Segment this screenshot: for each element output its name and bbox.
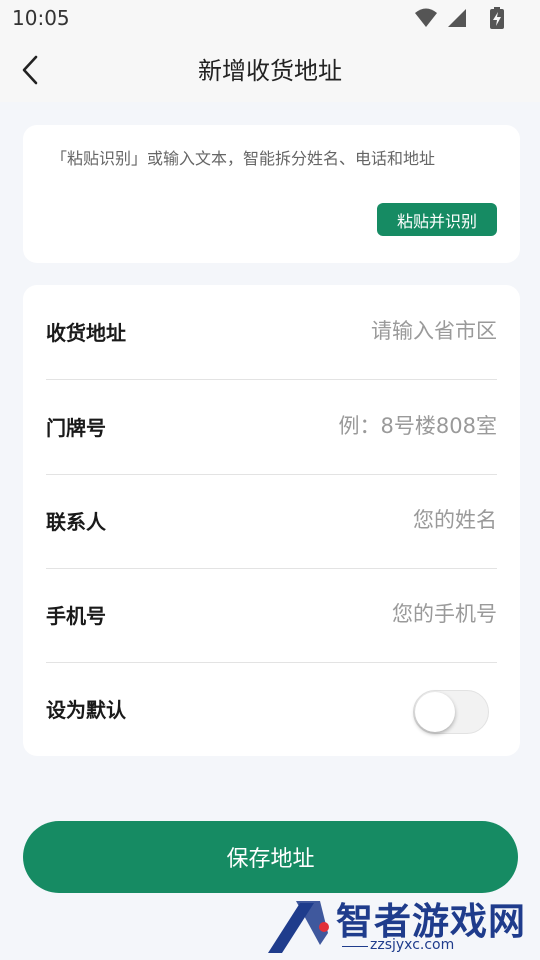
address-form-card: 收货地址 门牌号 联系人 手机号 设为默认 <box>23 285 520 756</box>
toggle-knob <box>415 692 455 732</box>
contact-name-input[interactable] <box>237 500 497 540</box>
address-row[interactable]: 收货地址 <box>46 285 497 380</box>
address-label: 收货地址 <box>46 321 126 345</box>
address-input[interactable] <box>237 311 497 351</box>
contact-label: 联系人 <box>46 510 106 534</box>
status-time: 10:05 <box>12 6 70 30</box>
wifi-icon <box>415 8 437 27</box>
cell-signal-icon <box>448 9 466 27</box>
paste-hint-text[interactable]: 「粘贴识别」或输入文本，智能拆分姓名、电话和地址 <box>51 145 435 169</box>
set-default-label: 设为默认 <box>46 698 126 722</box>
contact-row: 联系人 <box>46 474 497 569</box>
page-title: 新增收货地址 <box>198 57 342 85</box>
door-number-input[interactable] <box>237 406 497 446</box>
phone-input[interactable] <box>237 594 497 634</box>
set-default-toggle[interactable] <box>413 690 489 734</box>
door-number-label: 门牌号 <box>46 416 106 440</box>
phone-label: 手机号 <box>46 604 106 628</box>
watermark-divider <box>342 946 368 947</box>
door-number-row: 门牌号 <box>46 380 497 475</box>
battery-charging-icon <box>490 7 504 29</box>
paste-recognize-button[interactable]: 粘贴并识别 <box>377 203 497 236</box>
paste-recognize-card: 「粘贴识别」或输入文本，智能拆分姓名、电话和地址 粘贴并识别 <box>23 125 520 263</box>
watermark-url: zzsjyxc.com <box>370 937 455 953</box>
watermark: 智者游戏网 zzsjyxc.com <box>262 893 540 960</box>
phone-row: 手机号 <box>46 568 497 663</box>
watermark-logo-icon <box>268 901 329 953</box>
save-address-button[interactable]: 保存地址 <box>23 821 518 893</box>
default-row: 设为默认 <box>46 662 497 756</box>
nav-bar: 新增收货地址 <box>0 36 540 102</box>
status-bar: 10:05 <box>0 0 540 36</box>
